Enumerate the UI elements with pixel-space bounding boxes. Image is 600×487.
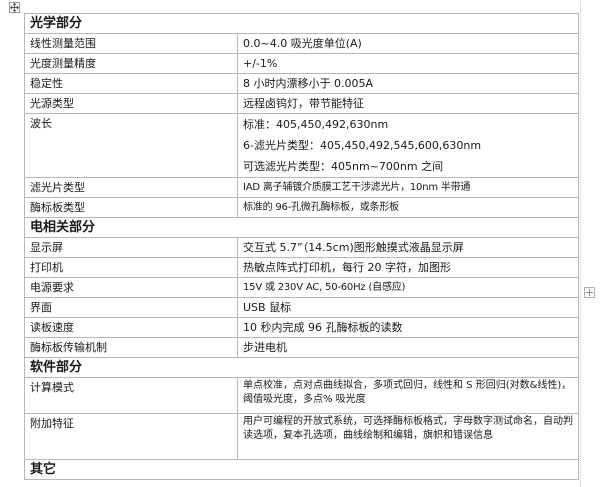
spec-value: 远程卤钨灯，带节能特征 [236, 93, 580, 114]
spec-value: 标准的 96-孔微孔酶标板，或条形板 [236, 197, 580, 218]
spec-value: 热敏点阵式打印机，每行 20 字符，加图形 [236, 257, 580, 278]
table-row: 波长 标准：405,450,492,630nm 6-滤光片类型：405,450,… [24, 113, 580, 178]
table-row: 界面 USB 鼠标 [24, 297, 580, 318]
spec-value-line: 可选滤光片类型：405nm~700nm 之间 [243, 160, 444, 173]
table-row: 打印机 热敏点阵式打印机，每行 20 字符，加图形 [24, 257, 580, 278]
spec-name: 附加特征 [24, 413, 238, 460]
spec-name: 波长 [24, 113, 238, 178]
spec-value: +/-1% [236, 53, 580, 74]
spec-name: 显示屏 [24, 237, 238, 258]
spec-value: 单点校准，点对点曲线拟合，多项式回归，线性和 S 形回归(对数&线性)，阈值吸光… [236, 377, 580, 414]
spec-value: 用户可编程的开放式系统，可选择酶标板格式，字母数字测试命名，自动判读选项，复本孔… [236, 413, 580, 460]
add-column-plus-icon[interactable]: + [584, 287, 595, 298]
section-title: 其它 [23, 459, 580, 480]
table-move-handle-icon[interactable] [9, 2, 20, 13]
table-row: 读板速度 10 秒内完成 96 孔酶标板的读数 [24, 317, 580, 338]
table-row: 光度测量精度 +/-1% [24, 53, 580, 74]
spec-name: 计算模式 [24, 377, 238, 414]
spec-name: 滤光片类型 [24, 177, 238, 198]
table-row: 线性测量范围 0.0~4.0 吸光度单位(A) [24, 33, 580, 54]
section-header-row: 软件部分 [23, 357, 580, 378]
spec-value: 步进电机 [236, 337, 580, 358]
spec-name: 打印机 [24, 257, 238, 278]
spec-name: 稳定性 [24, 73, 238, 94]
spec-name: 酶标板类型 [24, 197, 238, 218]
spec-name: 光度测量精度 [24, 53, 238, 74]
spec-name: 电源要求 [24, 277, 238, 298]
table-row: 计算模式 单点校准，点对点曲线拟合，多项式回归，线性和 S 形回归(对数&线性)… [24, 377, 580, 414]
spec-value: 0.0~4.0 吸光度单位(A) [236, 33, 580, 54]
table-row: 显示屏 交互式 5.7”（14.5cm)图形触摸式液晶显示屏 [24, 237, 580, 258]
document-page: + 光学部分 线性测量范围 0.0~4.0 吸光度单位(A) 光度测量精度 +/… [0, 0, 600, 487]
spec-name: 界面 [24, 297, 238, 318]
spec-value: 8 小时内漂移小于 0.005A [236, 73, 580, 94]
table-row: 滤光片类型 IAD 离子辅镀介质膜工艺干涉滤光片，10nm 半带通 [24, 177, 580, 198]
spec-value: 交互式 5.7”（14.5cm)图形触摸式液晶显示屏 [236, 237, 580, 258]
table-row: 酶标板传输机制 步进电机 [24, 337, 580, 358]
section-header-row: 电相关部分 [23, 217, 580, 238]
right-margin-guide [580, 0, 581, 487]
spec-name: 读板速度 [24, 317, 238, 338]
section-title: 软件部分 [23, 357, 580, 378]
spec-value: 10 秒内完成 96 孔酶标板的读数 [236, 317, 580, 338]
spec-value: 15V 或 230V AC, 50-60Hz (自感应) [236, 277, 580, 298]
spec-name: 光源类型 [24, 93, 238, 114]
spec-name: 酶标板传输机制 [24, 337, 238, 358]
table-row: 光源类型 远程卤钨灯，带节能特征 [24, 93, 580, 114]
spec-name: 线性测量范围 [24, 33, 238, 54]
table-row: 酶标板类型 标准的 96-孔微孔酶标板，或条形板 [24, 197, 580, 218]
table-row: 电源要求 15V 或 230V AC, 50-60Hz (自感应) [24, 277, 580, 298]
spec-value-multiline: 标准：405,450,492,630nm 6-滤光片类型：405,450,492… [236, 113, 580, 178]
spec-value: USB 鼠标 [236, 297, 580, 318]
spec-value-line: 标准：405,450,492,630nm [243, 118, 389, 131]
section-title: 电相关部分 [23, 217, 580, 238]
section-header-row: 其它 [23, 459, 580, 480]
spec-value-line: 6-滤光片类型：405,450,492,545,600,630nm [243, 139, 482, 152]
table-row: 稳定性 8 小时内漂移小于 0.005A [24, 73, 580, 94]
spec-table: 光学部分 线性测量范围 0.0~4.0 吸光度单位(A) 光度测量精度 +/-1… [23, 13, 580, 480]
section-header-row: 光学部分 [23, 13, 580, 34]
spec-value: IAD 离子辅镀介质膜工艺干涉滤光片，10nm 半带通 [236, 177, 580, 198]
section-title: 光学部分 [23, 13, 580, 34]
table-row: 附加特征 用户可编程的开放式系统，可选择酶标板格式，字母数字测试命名，自动判读选… [24, 413, 580, 460]
